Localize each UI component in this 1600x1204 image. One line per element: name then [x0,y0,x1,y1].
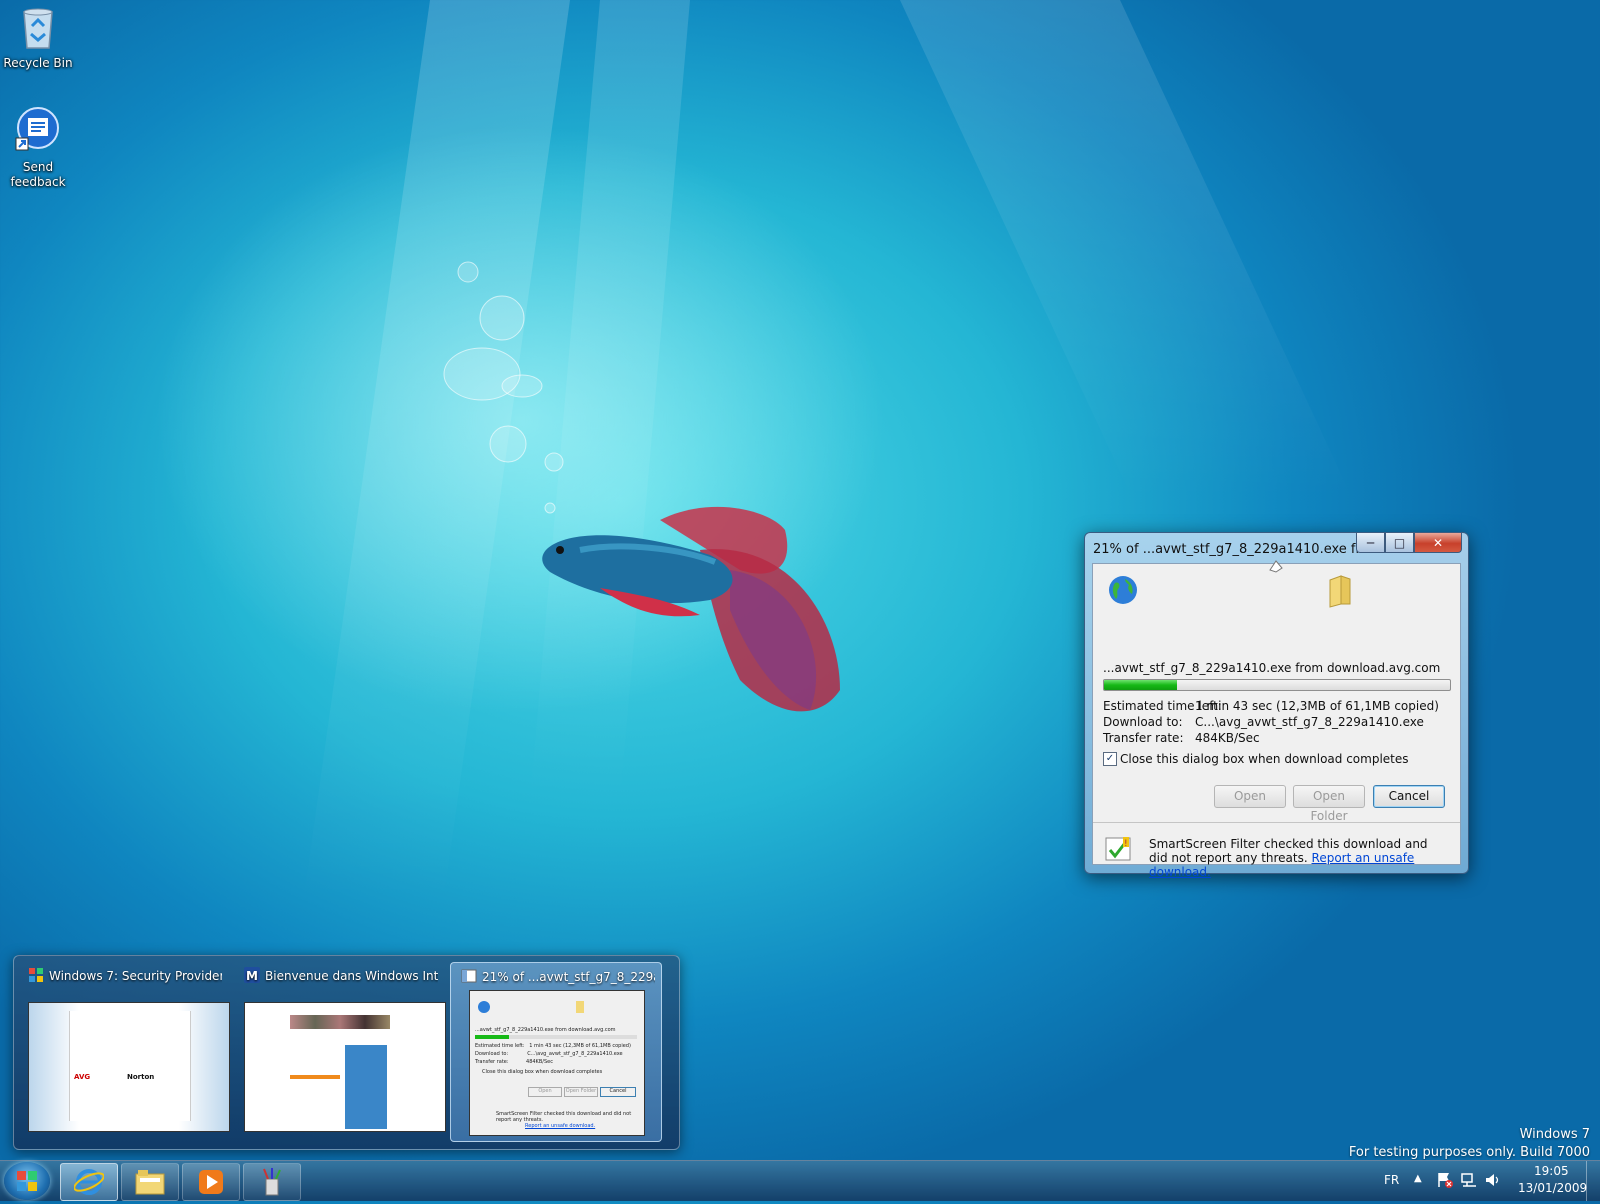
thumbnail-preview-webpage: AVG Norton [28,1002,230,1132]
show-hidden-icons-arrow[interactable]: ▲ [1414,1173,1422,1184]
recycle-bin-label: Recycle Bin [3,56,73,70]
estimated-time-value: 1 min 43 sec (12,3MB of 61,1MB copied) [1195,699,1439,713]
start-button[interactable] [4,1162,50,1200]
action-center-flag-icon[interactable] [1436,1171,1454,1192]
send-feedback-desktop-icon[interactable]: Send feedback [0,106,76,190]
taskbar-thumbnail-previews: Windows 7: Security Providers - ... AVG … [13,955,680,1150]
internet-explorer-icon [74,1169,104,1195]
download-window-icon [461,968,477,984]
taskbar-windows-explorer[interactable] [121,1163,179,1201]
close-when-complete-checkbox[interactable]: ✓ [1103,752,1117,766]
recycle-bin-desktop-icon[interactable]: Recycle Bin [0,4,76,71]
paint-brushes-icon [263,1168,281,1196]
maximize-button[interactable]: □ [1385,533,1414,553]
taskbar-media-player[interactable] [182,1163,240,1201]
download-progress-dialog: 21% of ...avwt_stf_g7_8_229a1410.exe fro… [1084,532,1469,879]
thumbnail-preview-ie-welcome [244,1002,446,1132]
bubbles-decoration [443,261,564,514]
open-folder-button[interactable]: Open Folder [1293,785,1365,823]
light-beam [900,0,1354,500]
windows-logo-icon [17,1171,37,1191]
folder-library-icon [135,1170,165,1195]
thumbnail-title: Windows 7: Security Providers - ... [49,969,222,983]
msn-icon: M [244,967,260,983]
thumbnail-title: 21% of ...avwt_stf_g7_8_229a141... [482,970,655,984]
open-button[interactable]: Open [1214,785,1286,808]
smartscreen-message: SmartScreen Filter checked this download… [1149,837,1428,879]
svg-text:!: ! [1124,839,1128,849]
svg-text:M: M [246,969,258,983]
close-button[interactable]: ✕ [1414,533,1462,553]
windows-watermark-build: For testing purposes only. Build 7000 [1348,1145,1590,1160]
language-indicator[interactable]: FR [1384,1173,1399,1187]
volume-icon[interactable] [1484,1171,1502,1192]
close-when-complete-label: Close this dialog box when download comp… [1120,752,1409,766]
globe-icon [1107,574,1139,609]
media-player-icon [199,1170,223,1194]
smartscreen-shield-icon: ! [1103,834,1133,867]
transfer-rate-label: Transfer rate: [1103,731,1184,745]
folder-icon [1327,574,1353,611]
minimize-icon: ─ [1366,535,1375,550]
transfer-rate-value: 484KB/Sec [1195,731,1260,745]
feedback-icon [0,106,76,158]
maximize-icon: □ [1393,535,1406,550]
thumbnail-security-providers[interactable]: Windows 7: Security Providers - ... AVG … [18,962,230,1140]
send-feedback-label: Send feedback [10,160,66,189]
windows-watermark-title: Windows 7 [1519,1127,1590,1142]
network-icon[interactable] [1460,1171,1478,1192]
betta-fish-wallpaper-art [542,506,840,712]
taskbar-internet-explorer[interactable] [60,1163,118,1201]
dialog-separator [1093,822,1460,823]
norton-logo: Norton [127,1073,155,1081]
progress-fill [1104,680,1177,690]
taskbar: FR ▲ 19:05 13/01/2009 [0,1160,1600,1201]
source-line: ...avwt_stf_g7_8_229a1410.exe from downl… [1103,661,1441,675]
dialog-body: ...avwt_stf_g7_8_229a1410.exe from downl… [1092,560,1461,879]
clock-time[interactable]: 19:05 [1534,1164,1569,1178]
download-to-label: Download to: [1103,715,1183,729]
download-to-value: C...\avg_avwt_stf_g7_8_229a1410.exe [1195,715,1424,729]
show-desktop-button[interactable] [1586,1161,1600,1201]
clock-date[interactable]: 13/01/2009 [1518,1181,1587,1195]
thumbnail-download-dialog[interactable]: 21% of ...avwt_stf_g7_8_229a141... ...av… [450,962,662,1142]
cancel-button[interactable]: Cancel [1373,785,1445,808]
recycle-bin-icon [0,4,76,54]
thumbnail-bienvenue-ie[interactable]: M Bienvenue dans Windows Intern... [234,962,446,1140]
minimize-button[interactable]: ─ [1356,533,1385,553]
transfer-paper-icon [1267,558,1285,579]
download-progress-bar [1103,679,1451,691]
close-icon: ✕ [1432,535,1444,550]
avg-logo: AVG [74,1073,91,1081]
taskbar-paint[interactable] [243,1163,301,1201]
thumbnail-preview-download-dialog: ...avwt_stf_g7_8_229a1410.exe from downl… [469,990,645,1136]
thumbnail-title: Bienvenue dans Windows Intern... [265,969,438,983]
windows-flag-icon [28,967,44,983]
